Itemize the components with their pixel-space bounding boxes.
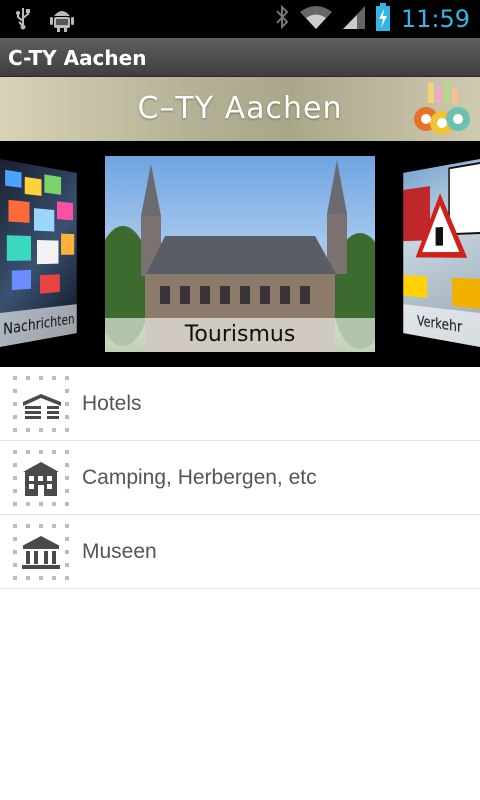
battery-charging-icon [375,3,391,35]
clock: 11:59 [400,5,470,33]
list-item-label: Museen [82,539,157,563]
carousel-card-label: Nachrichten [0,304,77,347]
list-item-museen[interactable]: Museen [0,515,480,589]
usb-icon [14,6,32,36]
list-item-hotels[interactable]: Hotels [0,367,480,441]
list-item-camping[interactable]: Camping, Herbergen, etc [0,441,480,515]
carousel-card-tourismus[interactable]: Tourismus [105,156,375,352]
status-bar: 11:59 [0,0,480,38]
app-title: C-TY Aachen [8,46,147,70]
wifi-icon [299,4,333,34]
list-item-label: Camping, Herbergen, etc [82,465,317,489]
category-carousel[interactable]: Nachrichten Tourismus Verkehr [0,141,480,367]
hotel-icon [13,376,69,432]
app-banner: C–TY Aachen [0,77,480,141]
android-debug-icon [50,6,74,36]
building-icon [13,450,69,506]
city-pins-badge-icon[interactable] [412,81,474,139]
list-item-label: Hotels [82,391,142,415]
category-list: Hotels Camping, Herbergen, etc Museen [0,367,480,589]
carousel-card-label: Tourismus [105,318,375,352]
bluetooth-icon [275,4,289,34]
signal-icon [342,4,365,34]
museum-icon [13,524,69,580]
banner-logo: C–TY Aachen [137,91,343,126]
carousel-card-nachrichten[interactable]: Nachrichten [0,159,77,347]
carousel-card-verkehr[interactable]: Verkehr [403,159,480,347]
action-bar: C-TY Aachen [0,38,480,77]
